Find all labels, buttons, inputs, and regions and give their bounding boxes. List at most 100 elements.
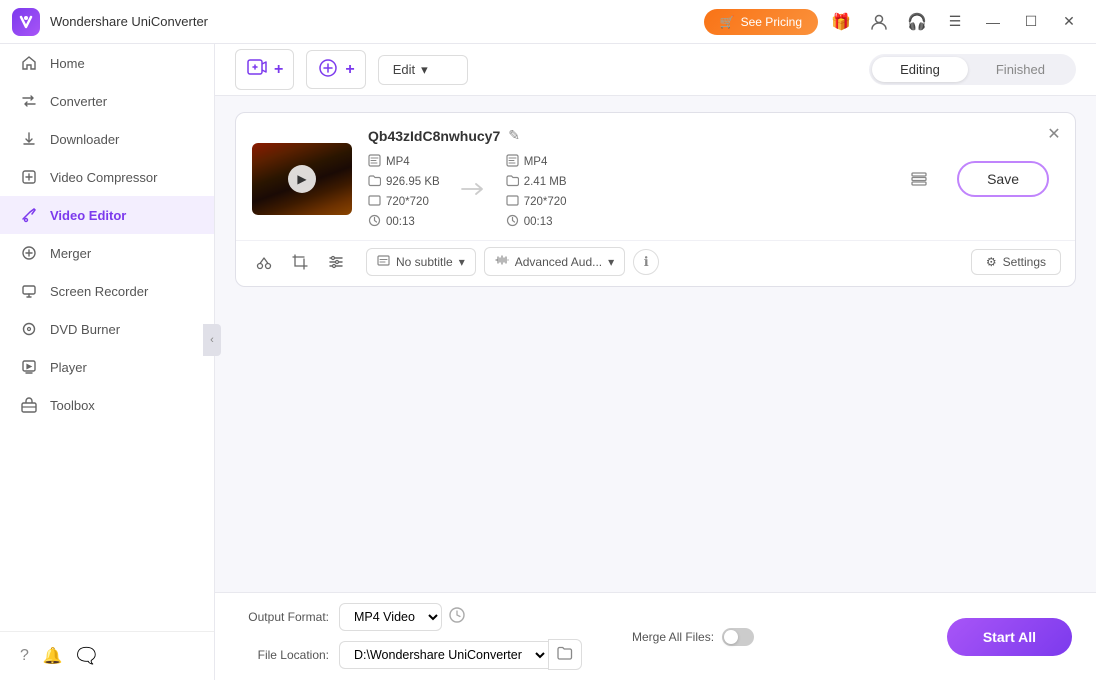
output-duration: 00:13 [524,216,553,228]
sidebar-item-player[interactable]: Player [0,348,214,386]
merge-toggle[interactable] [722,628,754,646]
res-icon [368,194,381,210]
folder-size-icon [368,174,381,190]
output-size: 2.41 MB [524,176,567,188]
sidebar-item-label: Video Editor [50,208,126,223]
settings-gear-icon: ⚙ [986,255,997,269]
output-specs: MP4 2.41 MB [506,154,567,230]
play-overlay: ▶ [288,165,316,193]
sidebar-item-home[interactable]: Home [0,44,214,82]
sidebar-item-downloader[interactable]: Downloader [0,120,214,158]
card-settings-button[interactable] [905,165,933,193]
add-media-button[interactable]: + [306,50,365,89]
feedback-icon[interactable]: 🗨️ [77,646,97,666]
toggle-knob [724,630,738,644]
bottom-fields: Output Format: MP4 Video File Location: [239,603,582,670]
subtitle-dropdown-arrow: ▾ [459,255,465,269]
file-location-control: D:\Wondershare UniConverter [339,639,582,670]
source-resolution: 720*720 [386,196,429,208]
output-format: MP4 [524,156,548,168]
app-layout: Home Converter Downloader Video Compress… [0,44,1096,680]
save-button-wrap: Save [957,161,1059,197]
subtitle-dropdown[interactable]: No subtitle ▾ [366,248,476,276]
out-clock-icon [506,214,519,230]
menu-button[interactable]: ☰ [940,7,970,37]
card-close-icon: ✕ [1047,124,1060,144]
output-resolution-row: 720*720 [506,194,567,210]
file-location-select[interactable]: D:\Wondershare UniConverter [339,641,548,669]
tab-editing[interactable]: Editing [872,57,968,82]
output-format-icon-button[interactable] [448,606,466,629]
cart-icon: 🛒 [720,15,735,29]
settings-dropdown[interactable]: ⚙ Settings [971,249,1061,275]
sidebar-item-label: Downloader [50,132,119,147]
audio-dropdown-arrow: ▾ [608,255,614,269]
start-all-button[interactable]: Start All [947,618,1072,656]
edit-dropdown[interactable]: Edit ▾ [378,55,468,85]
title-bar: Wondershare UniConverter 🛒 See Pricing 🎁… [0,0,1096,44]
audio-wave-icon [495,253,509,270]
crop-tool-button[interactable] [286,248,314,276]
app-logo [12,8,40,36]
adjust-tool-button[interactable] [322,248,350,276]
output-size-row: 2.41 MB [506,174,567,190]
sidebar-item-screen-recorder[interactable]: Screen Recorder [0,272,214,310]
source-format-row: MP4 [368,154,440,170]
info-button[interactable]: ℹ [633,249,659,275]
tab-finished[interactable]: Finished [968,57,1073,82]
sidebar-item-merger[interactable]: Merger [0,234,214,272]
merger-icon [20,244,38,262]
video-card: ▶ Qb43zIdC8nwhucy7 ✎ [235,112,1076,287]
main-content: + + Edit ▾ Editing Finished [215,44,1096,680]
edit-label: Edit [393,62,415,77]
profile-button[interactable] [864,7,894,37]
file-name-row: Qb43zIdC8nwhucy7 ✎ [368,127,881,144]
minimize-button[interactable]: — [978,7,1008,37]
sidebar-item-dvd-burner[interactable]: DVD Burner [0,310,214,348]
sidebar-item-video-compressor[interactable]: Video Compressor [0,158,214,196]
add-video-label: + [274,61,283,79]
subtitle-icon [377,254,390,270]
browse-folder-button[interactable] [548,639,582,670]
output-format-control: MP4 Video [339,603,466,631]
add-video-button[interactable]: + [235,49,294,90]
sidebar-item-label: Screen Recorder [50,284,148,299]
see-pricing-button[interactable]: 🛒 See Pricing [704,9,818,35]
card-close-button[interactable]: ✕ [1043,123,1065,145]
filename-edit-icon[interactable]: ✎ [508,127,520,144]
sidebar-item-video-editor[interactable]: Video Editor [0,196,214,234]
help-icon[interactable]: ? [20,647,29,665]
sidebar-collapse-button[interactable]: ‹ [203,324,221,356]
clock-icon [368,214,381,230]
output-resolution: 720*720 [524,196,567,208]
titlebar-actions: 🛒 See Pricing 🎁 🎧 ☰ — ☐ ✕ [704,7,1084,37]
downloader-icon [20,130,38,148]
cut-tool-button[interactable] [250,248,278,276]
sidebar-item-label: Player [50,360,87,375]
toolbox-icon [20,396,38,414]
gift-button[interactable]: 🎁 [826,7,856,37]
top-toolbar: + + Edit ▾ Editing Finished [215,44,1096,96]
screen-recorder-icon [20,282,38,300]
sidebar-bottom: ? 🔔 🗨️ [0,631,214,680]
output-format-select[interactable]: MP4 Video [339,603,442,631]
bottom-bar: Output Format: MP4 Video File Location: [215,592,1096,680]
add-file-icon [246,56,268,83]
out-folder-icon [506,174,519,190]
maximize-button[interactable]: ☐ [1016,7,1046,37]
save-button[interactable]: Save [957,161,1049,197]
settings-label: Settings [1003,255,1046,269]
source-duration: 00:13 [386,216,415,228]
dvd-burner-icon [20,320,38,338]
close-button[interactable]: ✕ [1054,7,1084,37]
sidebar-item-toolbox[interactable]: Toolbox [0,386,214,424]
audio-dropdown[interactable]: Advanced Aud... ▾ [484,247,625,276]
merge-label: Merge All Files: [632,630,714,644]
sidebar-item-label: Home [50,56,85,71]
output-format-label: Output Format: [239,610,329,624]
bell-icon[interactable]: 🔔 [43,646,63,666]
headset-button[interactable]: 🎧 [902,7,932,37]
out-format-icon [506,154,519,170]
sidebar-item-converter[interactable]: Converter [0,82,214,120]
sidebar-item-label: Video Compressor [50,170,157,185]
